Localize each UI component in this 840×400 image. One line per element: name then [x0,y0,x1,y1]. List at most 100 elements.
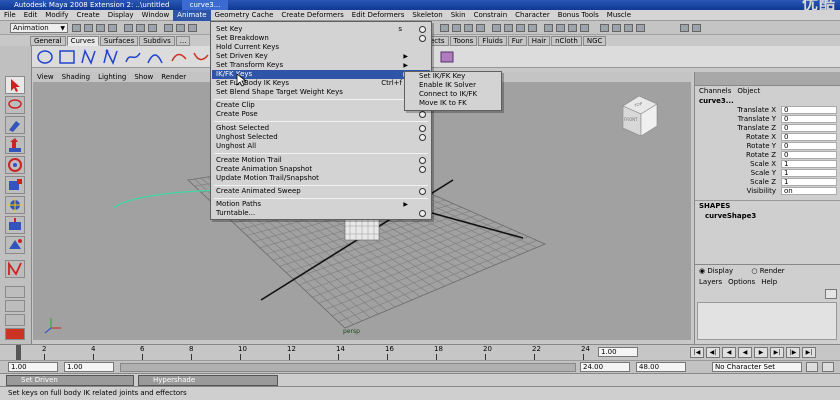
menu-item-set-driven-key[interactable]: Set Driven Key ▶ [212,52,430,61]
document-tab[interactable]: curve3... [181,0,229,10]
go-to-start-icon[interactable]: |◀ [690,347,704,358]
universal-manipulator-icon[interactable] [5,196,25,214]
play-forwards-icon[interactable]: ▶ [754,347,768,358]
status-icon-28[interactable] [692,24,701,32]
status-icon-7[interactable] [148,24,157,32]
status-icon-24[interactable] [612,24,621,32]
status-icon-26[interactable] [636,24,645,32]
status-icon-5[interactable] [124,24,133,32]
display-radio[interactable]: ◉ [699,267,705,275]
status-icon-19[interactable] [544,24,553,32]
status-icon-10[interactable] [188,24,197,32]
menu-bonus-tools[interactable]: Bonus Tools [554,10,603,21]
menu-item-set-breakdown[interactable]: Set Breakdown [212,34,430,43]
playback-start-field[interactable]: 1.00 [64,362,114,372]
shape-name[interactable]: curveShape3 [695,211,840,221]
menu-edit-deformers[interactable]: Edit Deformers [348,10,409,21]
menu-item-create-animation-snapshot[interactable]: Create Animation Snapshot [212,165,430,174]
status-icon-6[interactable] [136,24,145,32]
panel-menu-render[interactable]: Render [157,72,190,82]
attach-curves-icon[interactable] [170,49,188,65]
menu-create[interactable]: Create [72,10,103,21]
menu-display[interactable]: Display [104,10,138,21]
option-box-icon[interactable] [419,157,426,164]
layout-single-icon[interactable] [5,286,25,298]
menu-item-unghost-all[interactable]: Unghost All [212,142,430,151]
status-icon-3[interactable] [96,24,105,32]
shelf-tab-hair[interactable]: Hair [527,36,551,46]
step-back-key-icon[interactable]: ◀ [722,347,736,358]
ep-curve-tool-icon[interactable] [102,49,120,65]
shelf-tab-general[interactable]: General [30,36,66,46]
submenu-item-enable-ik-solver[interactable]: Enable IK Solver [405,81,501,90]
step-forward-key-icon[interactable]: ▶| [770,347,784,358]
channel-value[interactable]: 0 [781,151,837,159]
submenu-item-connect-to-ikfk[interactable]: Connect to IK/FK [405,90,501,99]
curve-tool-icon[interactable] [5,260,25,278]
status-icon-17[interactable] [516,24,525,32]
channel-value[interactable]: 0 [781,133,837,141]
object-menu[interactable]: Object [737,87,760,95]
submenu-item-move-ik-to-fk[interactable]: Move IK to FK [405,99,501,108]
status-icon-2[interactable] [84,24,93,32]
shelf-icon-right[interactable] [438,49,456,65]
panel-menu-show[interactable]: Show [130,72,157,82]
option-box-icon[interactable] [419,35,426,42]
status-icon-18[interactable] [528,24,537,32]
move-tool-icon[interactable] [5,136,25,154]
status-icon-21[interactable] [568,24,577,32]
menu-skin[interactable]: Skin [447,10,470,21]
status-icon-25[interactable] [624,24,633,32]
preferences-icon[interactable] [822,362,834,372]
channel-row[interactable]: Translate Z 0 [695,124,840,133]
submenu-item-set-ikfk-key[interactable]: Set IK/FK Key [405,72,501,81]
status-icon-20[interactable] [556,24,565,32]
step-back-icon[interactable]: ◀| [706,347,720,358]
rotate-tool-icon[interactable] [5,156,25,174]
option-box-icon[interactable] [419,188,426,195]
status-icon-9[interactable] [176,24,185,32]
channel-row[interactable]: Scale X 1 [695,160,840,169]
status-icon-22[interactable] [580,24,589,32]
layout-four-icon[interactable] [5,300,25,312]
option-box-icon[interactable] [419,125,426,132]
shelf-tab-curves[interactable]: Curves [66,36,99,46]
menu-modify[interactable]: Modify [41,10,72,21]
channel-row[interactable]: Translate Y 0 [695,115,840,124]
current-time-field[interactable]: 1.00 [598,347,638,357]
key-icon[interactable] [806,362,818,372]
menu-skeleton[interactable]: Skeleton [408,10,446,21]
option-box-icon[interactable] [419,26,426,33]
channel-value[interactable]: 0 [781,142,837,150]
channel-row[interactable]: Scale Z 1 [695,178,840,187]
scale-tool-icon[interactable] [5,176,25,194]
menu-item-update-motion-trail-snapshot[interactable]: Update Motion Trail/Snapshot [212,174,430,183]
channel-value[interactable]: 0 [781,106,837,114]
cv-curve-tool-icon[interactable] [80,49,98,65]
menu-constrain[interactable]: Constrain [470,10,512,21]
render-view-icon[interactable] [5,328,25,340]
channel-value[interactable]: 1 [781,169,837,177]
new-layer-icon[interactable] [825,289,837,299]
status-icon-4[interactable] [108,24,117,32]
menu-item-create-animated-sweep[interactable]: Create Animated Sweep [212,187,430,196]
layer-list[interactable] [697,302,837,340]
status-icon-8[interactable] [164,24,173,32]
mode-selector[interactable]: Animation ▼ [10,23,68,33]
help-menu[interactable]: Help [761,278,777,286]
soft-mod-tool-icon[interactable] [5,216,25,234]
shelf-tab-fluids[interactable]: Fluids [478,36,507,46]
end-time-field[interactable]: 48.00 [636,362,686,372]
playback-end-field[interactable]: 24.00 [580,362,630,372]
option-box-icon[interactable] [419,111,426,118]
status-icon-11[interactable] [440,24,449,32]
menu-item-set-key[interactable]: Set Key s [212,25,430,34]
circle-curve-icon[interactable] [36,49,54,65]
step-forward-icon[interactable]: |▶ [786,347,800,358]
channel-row[interactable]: Visibility on [695,187,840,196]
time-slider[interactable]: 2 4 6 8 10 12 14 16 18 20 22 24 1.00 |◀ ◀| ◀ ◀ ▶ ▶|… [0,344,840,361]
channel-row[interactable]: Scale Y 1 [695,169,840,178]
menu-muscle[interactable]: Muscle [603,10,635,21]
render-radio[interactable]: ○ [751,267,757,275]
channels-menu[interactable]: Channels [699,87,731,95]
